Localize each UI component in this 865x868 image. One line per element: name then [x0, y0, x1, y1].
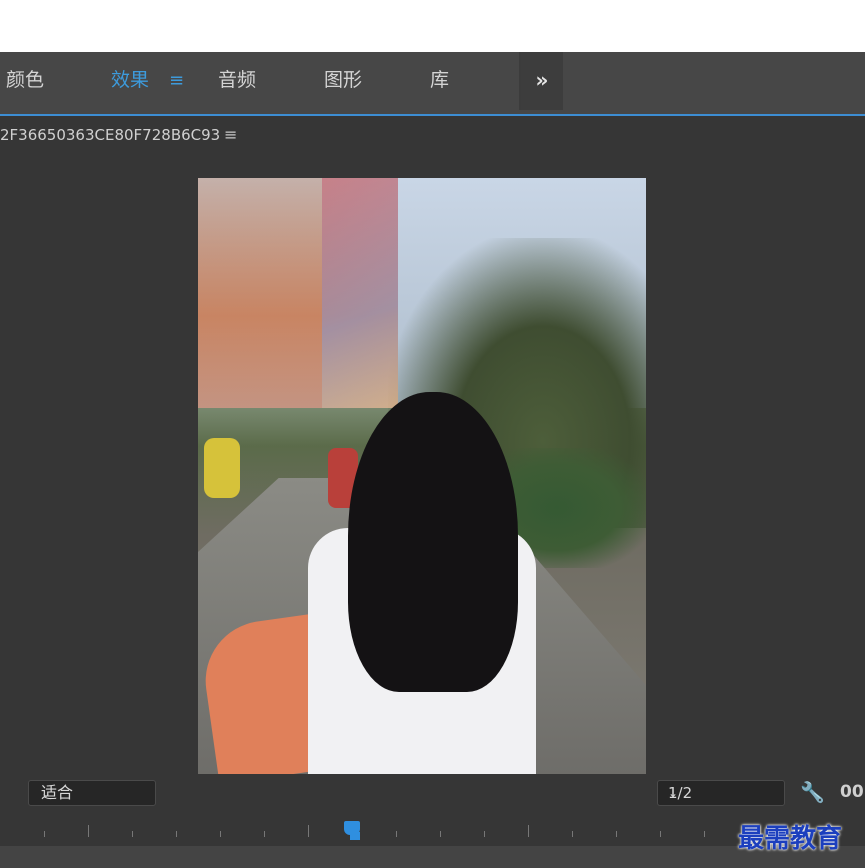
overflow-chevron-icon[interactable]: » — [521, 52, 563, 110]
tab-effects[interactable]: 效果 — [111, 52, 149, 114]
ruler-tick — [44, 831, 45, 837]
ruler-tick — [308, 825, 309, 837]
fit-dropdown[interactable]: 适合 ⌄ — [28, 780, 156, 806]
ruler-tick — [616, 831, 617, 837]
workspace-tab-bar: 颜色 效果 ≡ 音频 图形 库 » — [0, 52, 865, 114]
tab-libraries[interactable]: 库 — [430, 52, 449, 114]
ruler-tick — [704, 831, 705, 837]
ruler-tick — [176, 831, 177, 837]
ruler-tick — [484, 831, 485, 837]
ruler-tick — [220, 831, 221, 837]
ruler-tick — [440, 831, 441, 837]
ruler-tick — [132, 831, 133, 837]
time-ruler[interactable] — [0, 821, 865, 845]
ruler-tick — [660, 831, 661, 837]
ruler-tick — [396, 831, 397, 837]
wrench-icon[interactable]: 🔧 — [800, 780, 825, 804]
tab-bar-filler — [563, 52, 865, 110]
chevron-down-icon: ⌄ — [41, 786, 52, 800]
program-monitor-panel: 2F36650363CE80F728B6C93 ≡ 适合 ⌄ 1/2 ⌄ 🔧 0… — [0, 116, 865, 868]
playhead-tail — [350, 832, 360, 840]
ruler-tick — [572, 831, 573, 837]
effect-overlay-glitch — [322, 178, 398, 408]
girl-hair — [348, 392, 518, 692]
video-frame — [198, 178, 646, 774]
tab-graphics[interactable]: 图形 — [324, 52, 362, 114]
background-person — [204, 438, 240, 498]
ruler-tick — [264, 831, 265, 837]
tab-menu-icon[interactable]: ≡ — [169, 52, 184, 110]
top-blank-area — [0, 0, 865, 52]
resolution-dropdown[interactable]: 1/2 ⌄ — [657, 780, 785, 806]
ruler-tick — [88, 825, 89, 837]
panel-menu-icon[interactable]: ≡ — [224, 125, 237, 144]
tab-audio[interactable]: 音频 — [218, 52, 256, 114]
watermark: 最需教育 — [738, 824, 843, 854]
chevron-down-icon: ⌄ — [668, 786, 679, 800]
timecode[interactable]: 00 — [840, 782, 864, 802]
tab-color[interactable]: 颜色 — [6, 52, 44, 114]
ruler-tick — [528, 825, 529, 837]
timeline-scrollbar[interactable] — [0, 846, 865, 868]
sequence-name: 2F36650363CE80F728B6C93 — [0, 126, 221, 144]
